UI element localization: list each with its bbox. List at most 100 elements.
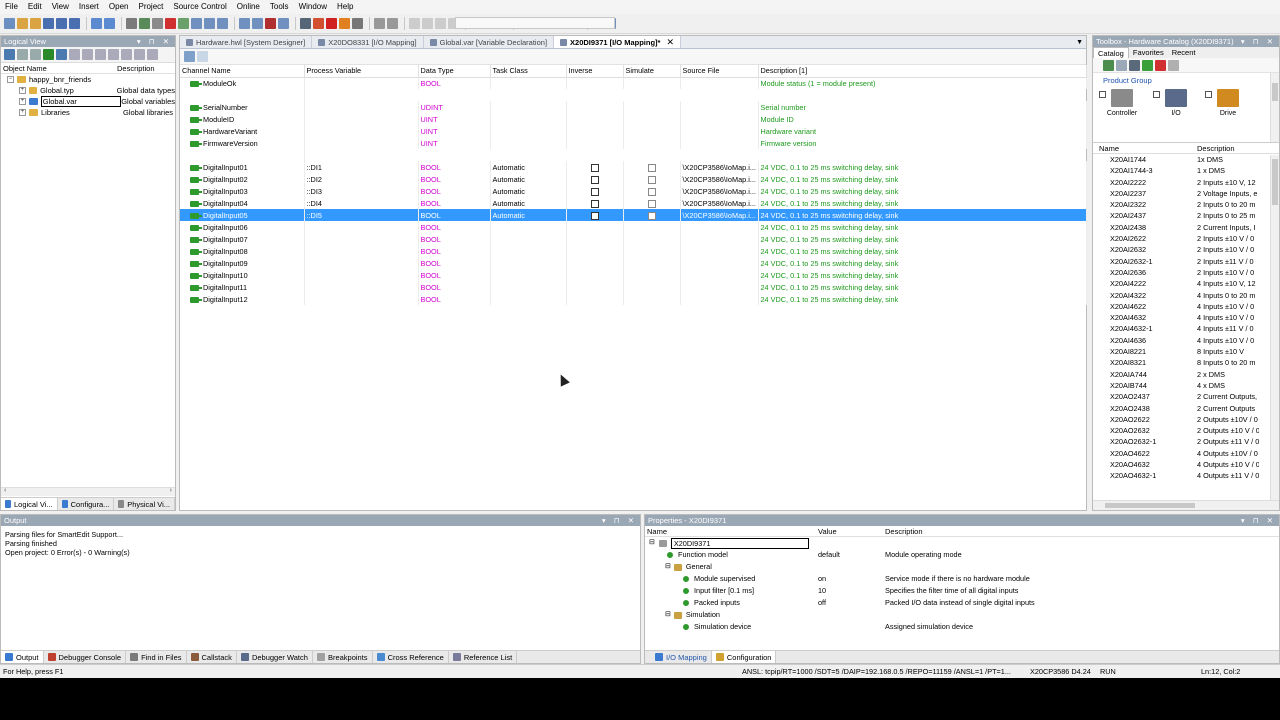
property-row[interactable]: Input filter [0.1 ms] 10 Specifies the fil… [645, 585, 1279, 597]
tab-configuration[interactable]: Configura... [58, 498, 115, 510]
property-name[interactable]: Simulation device [645, 621, 818, 633]
data-type-cell[interactable]: BOOL [418, 185, 491, 197]
tab-breakpoints[interactable]: Breakpoints [313, 651, 373, 663]
inverse-cell[interactable] [566, 173, 624, 185]
description-cell[interactable]: 24 VDC, 0.1 to 25 ms switching delay, si… [758, 293, 1087, 305]
tree-item-name[interactable]: Global.var [40, 96, 122, 107]
table-icon[interactable] [239, 18, 250, 29]
inverse-cell[interactable] [566, 269, 624, 281]
process-variable-cell[interactable] [304, 221, 419, 233]
task-class-cell[interactable] [490, 77, 567, 89]
catalog-item[interactable]: X20AI2322 2 Inputs 0 to 20 m [1093, 199, 1279, 210]
process-variable-cell[interactable]: ::DI1 [304, 161, 419, 173]
task-class-cell[interactable] [490, 125, 567, 137]
vertical-scrollbar[interactable] [1270, 155, 1279, 500]
new-icon[interactable] [4, 18, 15, 29]
scroll-left-icon[interactable]: ‹ [4, 487, 6, 494]
channel-name-cell[interactable]: DigitalInput06 [180, 221, 305, 233]
horizontal-scrollbar[interactable]: ‹ › [1, 487, 175, 496]
close-icon[interactable]: ✕ [666, 36, 674, 49]
delete-icon[interactable] [165, 18, 176, 29]
property-value[interactable]: 10 [818, 585, 885, 597]
data-type-cell[interactable]: BOOL [418, 269, 491, 281]
simulate-cell[interactable] [623, 137, 681, 149]
process-variable-cell[interactable] [304, 137, 419, 149]
tab-favorites[interactable]: Favorites [1129, 47, 1168, 58]
inverse-cell[interactable] [566, 185, 624, 197]
filter-icon[interactable] [1129, 59, 1140, 71]
tab-output[interactable]: Output [1, 651, 44, 663]
collapse-icon[interactable]: − [7, 76, 14, 83]
catalog-item[interactable]: X20AI1744 1x DMS [1093, 154, 1279, 165]
menu-insert[interactable]: Insert [74, 0, 104, 14]
catalog-item[interactable]: X20AO2632-1 2 Outputs ±11 V / 0 [1093, 436, 1279, 447]
open-icon[interactable] [17, 18, 28, 29]
task-class-cell[interactable]: Automatic [490, 197, 567, 209]
save-all-icon[interactable] [56, 18, 67, 29]
source-file-cell[interactable] [680, 269, 759, 281]
menu-help[interactable]: Help [332, 0, 358, 14]
monitor-icon[interactable] [278, 18, 289, 29]
table-row[interactable]: DigitalInput12 BOOL 24 VDC, 0.1 to 25 ms s… [180, 293, 1087, 305]
tree-item[interactable]: + Global.var Global variables [1, 96, 175, 107]
properties-root-row[interactable]: ⊟ X20DI9371 [645, 537, 1279, 549]
scroll-right-icon[interactable]: › [170, 487, 172, 494]
task-class-cell[interactable] [490, 137, 567, 149]
data-type-cell[interactable]: BOOL [418, 281, 491, 293]
process-variable-cell[interactable] [304, 77, 419, 89]
copy-icon[interactable] [104, 18, 115, 29]
catalog-item[interactable]: X20AI4222 4 Inputs ±10 V, 12 [1093, 278, 1279, 289]
catalog-item[interactable]: X20AI2632-1 2 Inputs ±11 V / 0 [1093, 256, 1279, 267]
redo-icon[interactable] [152, 18, 163, 29]
data-type-cell[interactable]: BOOL [418, 293, 491, 305]
property-value[interactable] [818, 561, 885, 573]
simulate-cell[interactable] [623, 173, 681, 185]
options-icon[interactable] [352, 18, 363, 29]
source-file-cell[interactable] [680, 293, 759, 305]
property-value[interactable] [818, 621, 885, 633]
property-row[interactable]: Packed inputs off Packed I/O data instead … [645, 597, 1279, 609]
collapse-icon[interactable]: ⊟ [649, 537, 655, 549]
table-row[interactable]: DigitalInput04::DI4 BOOL Automatic \X20CP35… [180, 197, 1087, 209]
record-icon[interactable] [265, 18, 276, 29]
catalog-item[interactable]: X20AIA744 2 x DMS [1093, 369, 1279, 380]
property-name[interactable]: ⊟ Simulation [645, 609, 818, 621]
process-variable-cell[interactable] [304, 113, 419, 125]
description-cell[interactable]: Serial number [758, 101, 1087, 113]
step-icon[interactable] [435, 18, 446, 29]
settings-icon[interactable] [1168, 59, 1179, 71]
catalog-item[interactable]: X20AI1744-3 1 x DMS [1093, 165, 1279, 176]
source-file-cell[interactable] [680, 113, 759, 125]
tab-configuration[interactable]: Configuration [711, 651, 777, 663]
col-description[interactable]: Description [1197, 143, 1279, 153]
inverse-cell[interactable] [566, 245, 624, 257]
data-type-cell[interactable]: UINT [418, 113, 491, 125]
inverse-cell[interactable] [566, 101, 624, 113]
column-header[interactable]: Task Class [490, 65, 567, 78]
tree-item-name[interactable]: Libraries [41, 107, 123, 118]
simulate-cell[interactable] [623, 185, 681, 197]
description-cell[interactable]: 24 VDC, 0.1 to 25 ms switching delay, si… [758, 269, 1087, 281]
vertical-scrollbar[interactable] [1270, 73, 1279, 142]
source-file-cell[interactable] [680, 257, 759, 269]
table-row[interactable]: DigitalInput05::DI5 BOOL Automatic \X20CP35… [180, 209, 1087, 221]
data-type-cell[interactable]: BOOL [418, 77, 491, 89]
catalog-item[interactable]: X20AI4632-1 4 Inputs ±11 V / 0 [1093, 323, 1279, 334]
menu-window[interactable]: Window [294, 0, 332, 14]
description-cell[interactable]: 24 VDC, 0.1 to 25 ms switching delay, si… [758, 221, 1087, 233]
remove-icon[interactable] [197, 51, 208, 62]
property-name[interactable]: Packed inputs [645, 597, 818, 609]
property-name[interactable]: Input filter [0.1 ms] [645, 585, 818, 597]
simulate-cell[interactable] [623, 221, 681, 233]
undo-icon[interactable] [139, 18, 150, 29]
task-class-cell[interactable]: Automatic [490, 161, 567, 173]
channel-name-cell[interactable]: HardwareVariant [180, 125, 305, 137]
simulate-cell[interactable] [623, 77, 681, 89]
simulate-cell[interactable] [623, 125, 681, 137]
description-cell[interactable]: 24 VDC, 0.1 to 25 ms switching delay, si… [758, 209, 1087, 221]
inverse-cell[interactable] [566, 161, 624, 173]
channel-name-cell[interactable]: DigitalInput01 [180, 161, 305, 173]
catalog-item[interactable]: X20AI4632 4 Inputs ±10 V / 0 [1093, 312, 1279, 323]
source-file-cell[interactable] [680, 101, 759, 113]
channel-name-cell[interactable]: ModuleOk [180, 77, 305, 89]
